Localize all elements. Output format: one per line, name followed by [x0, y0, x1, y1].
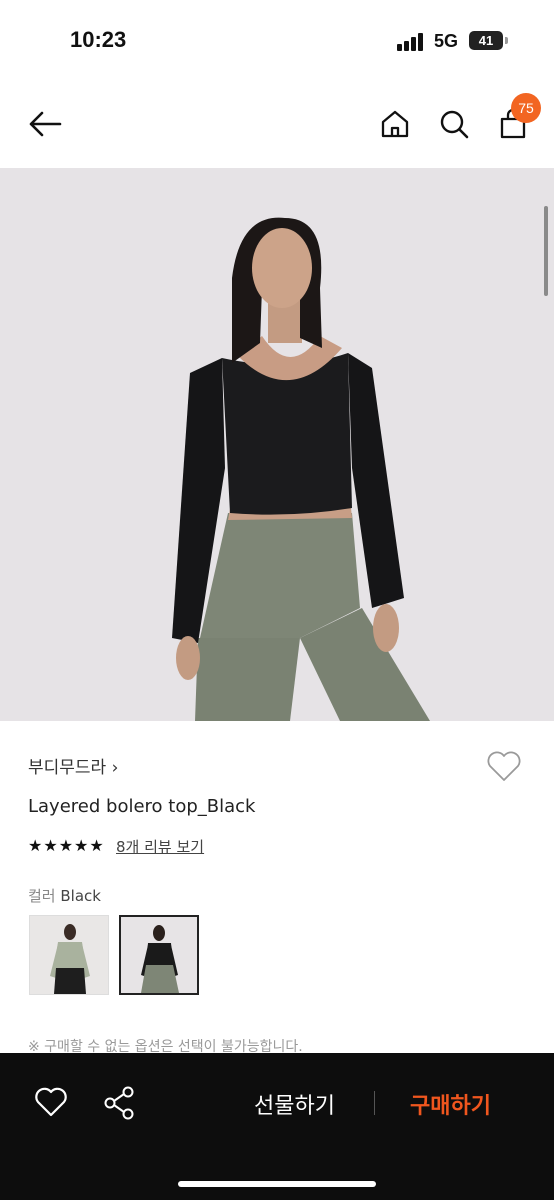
- status-bar: 10:23 5G 41: [0, 0, 554, 80]
- status-time: 10:23: [70, 27, 127, 52]
- star-icon: ★: [43, 836, 58, 855]
- divider: [374, 1091, 375, 1115]
- wishlist-heart-icon[interactable]: [486, 750, 522, 786]
- chevron-right-icon: ›: [111, 758, 119, 778]
- buy-button[interactable]: 구매하기: [410, 1088, 491, 1120]
- color-label: 컬러: [28, 887, 56, 905]
- color-value: Black: [60, 887, 101, 905]
- product-image[interactable]: [0, 168, 554, 721]
- signal-icon: [397, 33, 427, 51]
- color-option-label: 컬러 Black: [28, 885, 101, 906]
- brand-name: 부디무드라: [28, 758, 107, 778]
- gift-button[interactable]: 선물하기: [254, 1088, 335, 1120]
- search-icon[interactable]: [436, 106, 472, 142]
- battery-nub: [505, 37, 508, 44]
- star-icon: ★: [58, 836, 74, 855]
- review-link[interactable]: 8개 리뷰 보기: [116, 836, 204, 857]
- share-icon[interactable]: [103, 1086, 135, 1124]
- top-nav: [0, 80, 554, 168]
- star-icon: ★: [89, 836, 104, 855]
- product-title: Layered bolero top_Black: [28, 796, 256, 817]
- model-photo: [0, 168, 554, 721]
- network-label: 5G: [434, 31, 459, 51]
- star-icon: ★: [28, 836, 43, 855]
- home-indicator[interactable]: [178, 1181, 376, 1187]
- color-swatch-black[interactable]: [119, 915, 199, 995]
- battery-level: 41: [478, 33, 494, 48]
- home-icon[interactable]: [377, 106, 413, 142]
- color-swatch-sage[interactable]: [29, 915, 109, 995]
- cart-count-badge: 75: [511, 93, 541, 123]
- bottom-action-bar: [0, 1053, 554, 1200]
- rating-stars: ★ ★ ★ ★ ★: [28, 837, 104, 855]
- star-icon: ★: [74, 836, 89, 855]
- wishlist-heart-icon[interactable]: [34, 1087, 68, 1121]
- scroll-indicator[interactable]: [544, 206, 548, 296]
- battery-icon: 41: [469, 31, 503, 50]
- brand-link[interactable]: 부디무드라 ›: [28, 753, 118, 778]
- back-arrow-icon[interactable]: [27, 106, 63, 142]
